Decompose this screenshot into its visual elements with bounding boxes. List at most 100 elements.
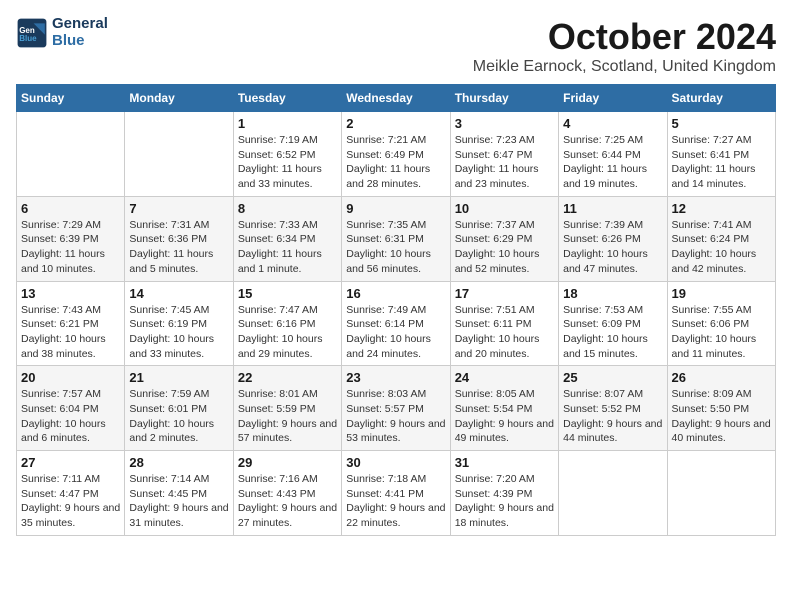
day-info: Sunrise: 7:14 AMSunset: 4:45 PMDaylight:… <box>129 472 228 531</box>
weekday-header: Thursday <box>450 85 558 112</box>
calendar-cell: 19 Sunrise: 7:55 AMSunset: 6:06 PMDayligh… <box>667 281 775 366</box>
day-info: Sunrise: 7:43 AMSunset: 6:21 PMDaylight:… <box>21 303 120 362</box>
calendar-cell <box>667 451 775 536</box>
day-number: 30 <box>346 455 445 470</box>
calendar-cell: 11 Sunrise: 7:39 AMSunset: 6:26 PMDayligh… <box>559 196 667 281</box>
day-number: 29 <box>238 455 337 470</box>
calendar-cell: 21 Sunrise: 7:59 AMSunset: 6:01 PMDayligh… <box>125 366 233 451</box>
calendar-cell: 10 Sunrise: 7:37 AMSunset: 6:29 PMDayligh… <box>450 196 558 281</box>
page-header: Gen Blue General Blue October 2024 Meikl… <box>16 16 776 76</box>
day-number: 26 <box>672 370 771 385</box>
calendar-week-row: 13Sunrise: 7:43 AMSunset: 6:21 PMDayligh… <box>17 281 776 366</box>
day-number: 1 <box>238 116 337 131</box>
calendar-week-row: 6 Sunrise: 7:29 AMSunset: 6:39 PMDaylight… <box>17 196 776 281</box>
day-number: 23 <box>346 370 445 385</box>
day-info: Sunrise: 8:05 AMSunset: 5:54 PMDaylight:… <box>455 387 554 446</box>
day-number: 17 <box>455 286 554 301</box>
day-info: Sunrise: 8:01 AMSunset: 5:59 PMDaylight:… <box>238 387 337 446</box>
day-info: Sunrise: 7:39 AMSunset: 6:26 PMDaylight:… <box>563 218 662 277</box>
day-info: Sunrise: 7:51 AMSunset: 6:11 PMDaylight:… <box>455 303 554 362</box>
day-info: Sunrise: 7:27 AMSunset: 6:41 PMDaylight:… <box>672 133 771 192</box>
day-info: Sunrise: 7:59 AMSunset: 6:01 PMDaylight:… <box>129 387 228 446</box>
day-info: Sunrise: 7:35 AMSunset: 6:31 PMDaylight:… <box>346 218 445 277</box>
day-number: 31 <box>455 455 554 470</box>
day-number: 8 <box>238 201 337 216</box>
day-number: 2 <box>346 116 445 131</box>
day-number: 25 <box>563 370 662 385</box>
calendar-cell: 3Sunrise: 7:23 AMSunset: 6:47 PMDaylight… <box>450 112 558 197</box>
calendar-cell: 1 Sunrise: 7:19 AMSunset: 6:52 PMDaylight… <box>233 112 341 197</box>
day-number: 27 <box>21 455 120 470</box>
day-number: 10 <box>455 201 554 216</box>
calendar-cell: 17 Sunrise: 7:51 AMSunset: 6:11 PMDayligh… <box>450 281 558 366</box>
calendar-cell: 23 Sunrise: 8:03 AMSunset: 5:57 PMDayligh… <box>342 366 450 451</box>
day-info: Sunrise: 7:49 AMSunset: 6:14 PMDaylight:… <box>346 303 445 362</box>
calendar-cell: 5 Sunrise: 7:27 AMSunset: 6:41 PMDaylight… <box>667 112 775 197</box>
day-number: 22 <box>238 370 337 385</box>
weekday-header: Wednesday <box>342 85 450 112</box>
calendar-cell: 13Sunrise: 7:43 AMSunset: 6:21 PMDayligh… <box>17 281 125 366</box>
calendar-week-row: 20 Sunrise: 7:57 AMSunset: 6:04 PMDayligh… <box>17 366 776 451</box>
calendar-cell: 6 Sunrise: 7:29 AMSunset: 6:39 PMDaylight… <box>17 196 125 281</box>
location: Meikle Earnock, Scotland, United Kingdom <box>473 58 776 76</box>
weekday-header: Saturday <box>667 85 775 112</box>
calendar-cell: 7 Sunrise: 7:31 AMSunset: 6:36 PMDaylight… <box>125 196 233 281</box>
day-info: Sunrise: 8:03 AMSunset: 5:57 PMDaylight:… <box>346 387 445 446</box>
day-number: 14 <box>129 286 228 301</box>
calendar-cell <box>125 112 233 197</box>
logo: Gen Blue General Blue <box>16 16 108 49</box>
day-number: 28 <box>129 455 228 470</box>
weekday-header: Friday <box>559 85 667 112</box>
day-number: 12 <box>672 201 771 216</box>
day-info: Sunrise: 8:09 AMSunset: 5:50 PMDaylight:… <box>672 387 771 446</box>
weekday-header-row: SundayMondayTuesdayWednesdayThursdayFrid… <box>17 85 776 112</box>
calendar-cell: 9Sunrise: 7:35 AMSunset: 6:31 PMDaylight… <box>342 196 450 281</box>
day-info: Sunrise: 7:11 AMSunset: 4:47 PMDaylight:… <box>21 472 120 531</box>
calendar-cell: 12 Sunrise: 7:41 AMSunset: 6:24 PMDayligh… <box>667 196 775 281</box>
calendar-cell: 15 Sunrise: 7:47 AMSunset: 6:16 PMDayligh… <box>233 281 341 366</box>
day-number: 4 <box>563 116 662 131</box>
day-number: 24 <box>455 370 554 385</box>
calendar-cell: 4Sunrise: 7:25 AMSunset: 6:44 PMDaylight… <box>559 112 667 197</box>
calendar-cell: 28 Sunrise: 7:14 AMSunset: 4:45 PMDayligh… <box>125 451 233 536</box>
calendar-cell: 29Sunrise: 7:16 AMSunset: 4:43 PMDayligh… <box>233 451 341 536</box>
logo-icon: Gen Blue <box>16 17 48 49</box>
calendar-cell: 24 Sunrise: 8:05 AMSunset: 5:54 PMDayligh… <box>450 366 558 451</box>
calendar-cell: 18Sunrise: 7:53 AMSunset: 6:09 PMDayligh… <box>559 281 667 366</box>
calendar-cell <box>17 112 125 197</box>
calendar-table: SundayMondayTuesdayWednesdayThursdayFrid… <box>16 84 776 536</box>
day-number: 20 <box>21 370 120 385</box>
day-info: Sunrise: 7:55 AMSunset: 6:06 PMDaylight:… <box>672 303 771 362</box>
calendar-cell: 27 Sunrise: 7:11 AMSunset: 4:47 PMDayligh… <box>17 451 125 536</box>
day-number: 21 <box>129 370 228 385</box>
day-info: Sunrise: 7:37 AMSunset: 6:29 PMDaylight:… <box>455 218 554 277</box>
day-info: Sunrise: 7:31 AMSunset: 6:36 PMDaylight:… <box>129 218 228 277</box>
day-info: Sunrise: 7:29 AMSunset: 6:39 PMDaylight:… <box>21 218 120 277</box>
day-number: 6 <box>21 201 120 216</box>
svg-text:Blue: Blue <box>19 34 37 43</box>
calendar-cell: 25 Sunrise: 8:07 AMSunset: 5:52 PMDayligh… <box>559 366 667 451</box>
day-info: Sunrise: 7:41 AMSunset: 6:24 PMDaylight:… <box>672 218 771 277</box>
day-info: Sunrise: 7:21 AMSunset: 6:49 PMDaylight:… <box>346 133 445 192</box>
day-info: Sunrise: 7:57 AMSunset: 6:04 PMDaylight:… <box>21 387 120 446</box>
day-info: Sunrise: 7:19 AMSunset: 6:52 PMDaylight:… <box>238 133 337 192</box>
calendar-week-row: 1 Sunrise: 7:19 AMSunset: 6:52 PMDaylight… <box>17 112 776 197</box>
calendar-cell: 20 Sunrise: 7:57 AMSunset: 6:04 PMDayligh… <box>17 366 125 451</box>
day-info: Sunrise: 7:20 AMSunset: 4:39 PMDaylight:… <box>455 472 554 531</box>
day-info: Sunrise: 8:07 AMSunset: 5:52 PMDaylight:… <box>563 387 662 446</box>
calendar-cell: 31 Sunrise: 7:20 AMSunset: 4:39 PMDayligh… <box>450 451 558 536</box>
calendar-cell: 22 Sunrise: 8:01 AMSunset: 5:59 PMDayligh… <box>233 366 341 451</box>
day-number: 7 <box>129 201 228 216</box>
logo-text: General Blue <box>52 16 108 49</box>
calendar-cell: 14 Sunrise: 7:45 AMSunset: 6:19 PMDayligh… <box>125 281 233 366</box>
calendar-cell: 16Sunrise: 7:49 AMSunset: 6:14 PMDayligh… <box>342 281 450 366</box>
day-number: 11 <box>563 201 662 216</box>
day-number: 19 <box>672 286 771 301</box>
weekday-header: Sunday <box>17 85 125 112</box>
calendar-cell: 8Sunrise: 7:33 AMSunset: 6:34 PMDaylight… <box>233 196 341 281</box>
day-info: Sunrise: 7:53 AMSunset: 6:09 PMDaylight:… <box>563 303 662 362</box>
day-number: 15 <box>238 286 337 301</box>
day-number: 5 <box>672 116 771 131</box>
day-info: Sunrise: 7:47 AMSunset: 6:16 PMDaylight:… <box>238 303 337 362</box>
day-info: Sunrise: 7:45 AMSunset: 6:19 PMDaylight:… <box>129 303 228 362</box>
